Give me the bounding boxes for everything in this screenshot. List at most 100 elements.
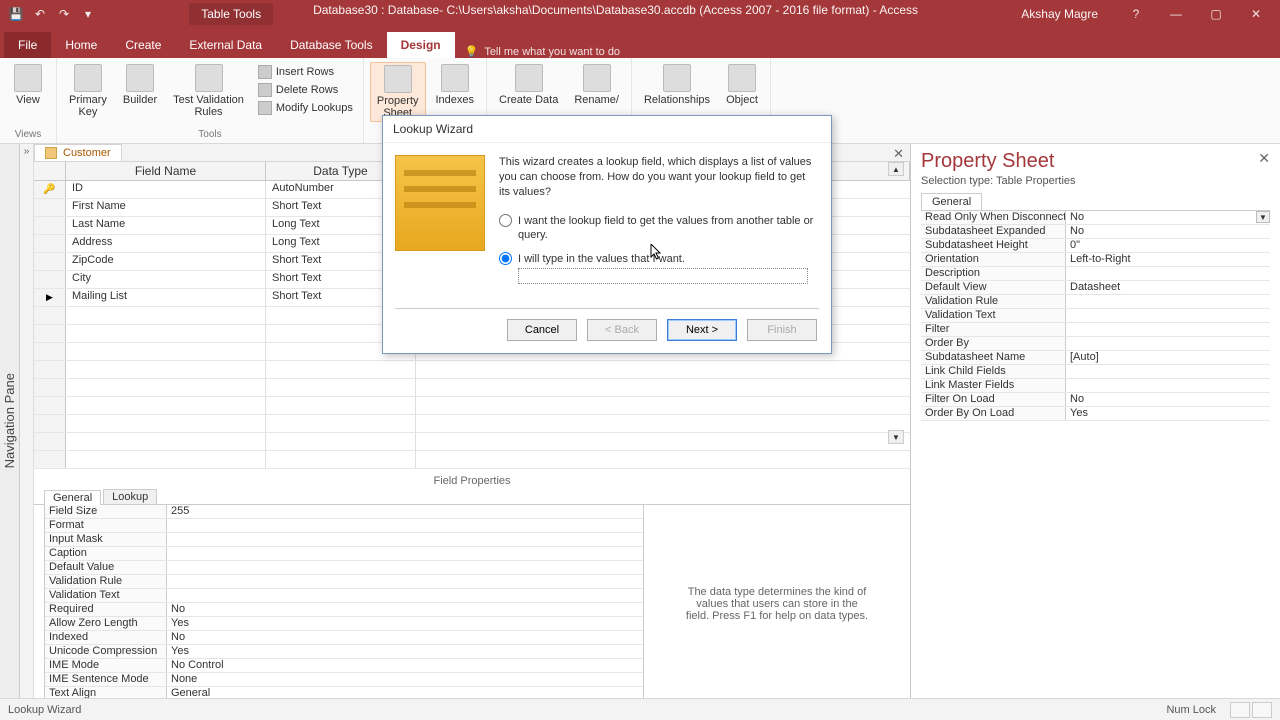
close-icon[interactable]: ✕ (1236, 0, 1276, 28)
field-name-cell[interactable]: Mailing List (66, 289, 266, 306)
property-value[interactable] (167, 561, 643, 574)
table-row-empty[interactable] (34, 451, 910, 469)
prop-value[interactable]: [Auto] (1066, 351, 1270, 364)
document-tab-customer[interactable]: Customer (34, 144, 122, 161)
property-value[interactable]: No (167, 603, 643, 616)
prop-value[interactable] (1066, 323, 1270, 336)
field-properties-grid[interactable]: Field Size255FormatInput MaskCaptionDefa… (44, 505, 644, 702)
property-sheet-tab-general[interactable]: General (921, 193, 982, 210)
test-validation-button[interactable]: Test Validation Rules (167, 62, 250, 120)
field-property-row[interactable]: Validation Text (45, 589, 643, 603)
next-button[interactable]: Next > (667, 319, 737, 341)
object-button[interactable]: Object (720, 62, 764, 108)
field-property-row[interactable]: IME Sentence ModeNone (45, 673, 643, 687)
row-selector[interactable] (34, 199, 66, 216)
property-value[interactable] (167, 519, 643, 532)
property-value[interactable] (167, 589, 643, 602)
field-name-cell[interactable]: First Name (66, 199, 266, 216)
design-view-button[interactable] (1252, 702, 1272, 718)
field-property-row[interactable]: RequiredNo (45, 603, 643, 617)
prop-sheet-row[interactable]: Link Master Fields (921, 379, 1270, 393)
radio-from-table-label[interactable]: I want the lookup field to get the value… (518, 214, 819, 243)
primary-key-button[interactable]: Primary Key (63, 62, 113, 120)
field-property-row[interactable]: IME ModeNo Control (45, 659, 643, 673)
prop-value[interactable] (1066, 267, 1270, 280)
field-name-cell[interactable]: Address (66, 235, 266, 252)
row-selector[interactable]: ▶ (34, 289, 66, 306)
prop-value[interactable]: Yes (1066, 407, 1270, 420)
prop-sheet-row[interactable]: Order By On LoadYes (921, 407, 1270, 421)
prop-value[interactable] (1066, 337, 1270, 350)
field-property-row[interactable]: Allow Zero LengthYes (45, 617, 643, 631)
prop-value[interactable] (1066, 309, 1270, 322)
property-value[interactable]: Yes (167, 645, 643, 658)
property-value[interactable]: No Control (167, 659, 643, 672)
row-selector[interactable] (34, 235, 66, 252)
prop-sheet-row[interactable]: Filter On LoadNo (921, 393, 1270, 407)
tab-external-data[interactable]: External Data (175, 32, 276, 58)
navigation-pane-collapsed[interactable]: Navigation Pane (0, 144, 20, 698)
prop-sheet-row[interactable]: Validation Rule (921, 295, 1270, 309)
property-value[interactable]: Yes (167, 617, 643, 630)
property-value[interactable] (167, 575, 643, 588)
field-name-cell[interactable]: ID (66, 181, 266, 198)
property-value[interactable]: None (167, 673, 643, 686)
field-name-cell[interactable]: City (66, 271, 266, 288)
row-selector[interactable] (34, 217, 66, 234)
prop-value[interactable]: 0" (1066, 239, 1270, 252)
property-sheet-close-icon[interactable]: ✕ (1258, 150, 1270, 167)
prop-value[interactable]: No▼ (1066, 211, 1270, 224)
row-selector[interactable]: 🔑 (34, 181, 66, 198)
field-name-cell[interactable]: ZipCode (66, 253, 266, 270)
create-data-button[interactable]: Create Data (493, 62, 564, 108)
field-property-row[interactable]: Default Value (45, 561, 643, 575)
radio-from-table[interactable] (499, 214, 512, 227)
datasheet-view-button[interactable] (1230, 702, 1250, 718)
minimize-icon[interactable]: — (1156, 0, 1196, 28)
fp-tab-lookup[interactable]: Lookup (103, 489, 157, 504)
field-name-cell[interactable]: Last Name (66, 217, 266, 234)
field-property-row[interactable]: Caption (45, 547, 643, 561)
prop-value[interactable]: Left-to-Right (1066, 253, 1270, 266)
prop-sheet-row[interactable]: Read Only When DisconnectNo▼ (921, 211, 1270, 225)
property-value[interactable] (167, 533, 643, 546)
table-row-empty[interactable] (34, 379, 910, 397)
prop-value[interactable] (1066, 379, 1270, 392)
tab-database-tools[interactable]: Database Tools (276, 32, 387, 58)
prop-sheet-row[interactable]: OrientationLeft-to-Right (921, 253, 1270, 267)
property-value[interactable]: 255 (167, 505, 643, 518)
property-value[interactable]: No (167, 631, 643, 644)
indexes-button[interactable]: Indexes (430, 62, 481, 108)
property-sheet-button[interactable]: Property Sheet (370, 62, 426, 122)
prop-value[interactable]: No (1066, 225, 1270, 238)
table-row-empty[interactable] (34, 433, 910, 451)
scroll-up-icon[interactable]: ▲ (888, 162, 904, 176)
property-value[interactable] (167, 547, 643, 560)
qat-customize-icon[interactable]: ▾ (80, 6, 96, 22)
col-header-fieldname[interactable]: Field Name (66, 162, 266, 180)
tab-home[interactable]: Home (51, 32, 111, 58)
redo-icon[interactable]: ↷ (56, 6, 72, 22)
delete-rows-button[interactable]: Delete Rows (256, 82, 355, 98)
undo-icon[interactable]: ↶ (32, 6, 48, 22)
prop-sheet-row[interactable]: Description (921, 267, 1270, 281)
prop-sheet-row[interactable]: Subdatasheet ExpandedNo (921, 225, 1270, 239)
cancel-button[interactable]: Cancel (507, 319, 577, 341)
rename-button[interactable]: Rename/ (568, 62, 625, 108)
radio-type-values[interactable] (499, 252, 512, 265)
help-icon[interactable]: ? (1116, 0, 1156, 28)
field-property-row[interactable]: Input Mask (45, 533, 643, 547)
field-property-row[interactable]: Validation Rule (45, 575, 643, 589)
scroll-down-icon[interactable]: ▼ (888, 430, 904, 444)
shutter-bar-toggle[interactable]: » (20, 144, 34, 698)
field-property-row[interactable]: Format (45, 519, 643, 533)
row-selector[interactable] (34, 271, 66, 288)
tell-me-search[interactable]: 💡 Tell me what you want to do (455, 45, 630, 58)
table-row-empty[interactable] (34, 361, 910, 379)
prop-value[interactable]: Datasheet (1066, 281, 1270, 294)
relationships-button[interactable]: Relationships (638, 62, 716, 108)
fp-tab-general[interactable]: General (44, 490, 101, 505)
user-name[interactable]: Akshay Magre (1003, 7, 1116, 21)
builder-button[interactable]: Builder (117, 62, 163, 108)
prop-sheet-row[interactable]: Subdatasheet Name[Auto] (921, 351, 1270, 365)
